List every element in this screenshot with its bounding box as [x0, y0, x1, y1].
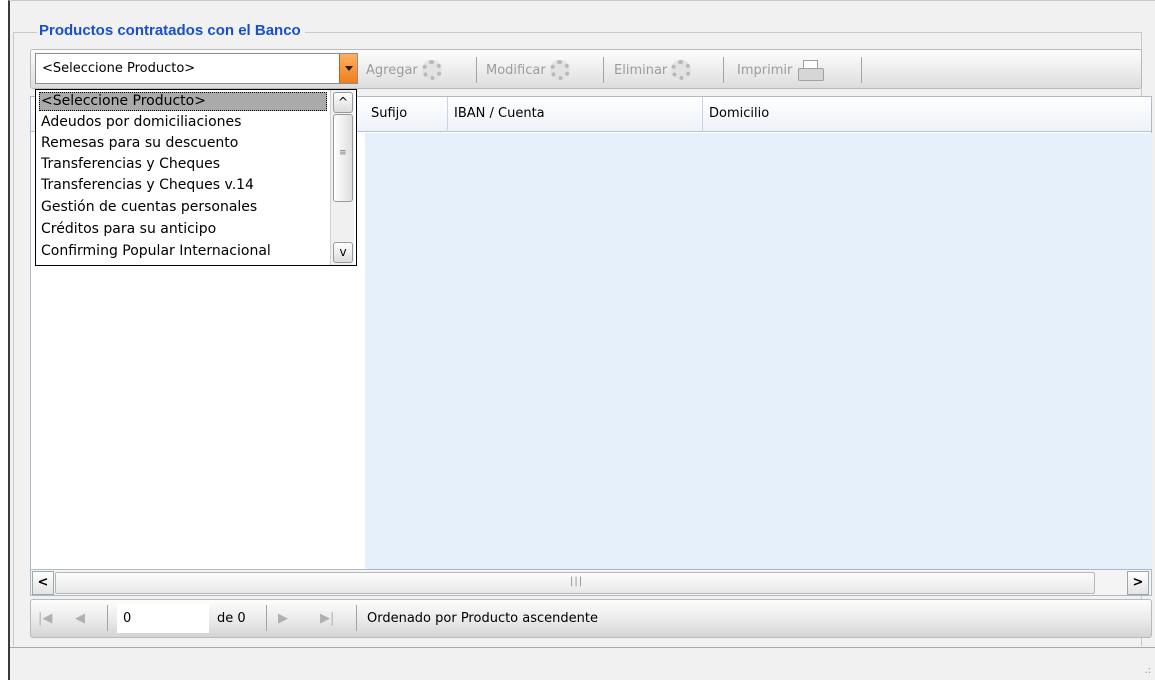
delete-button[interactable]: Eliminar [614, 59, 692, 81]
sort-status-label: Ordenado por Producto ascendente [367, 611, 598, 626]
grid-body [365, 133, 1153, 569]
product-combo[interactable]: <Seleccione Producto> [35, 53, 358, 84]
dropdown-item[interactable]: Transferencias y Cheques [39, 155, 327, 174]
dropdown-item[interactable]: <Seleccione Producto> [39, 92, 327, 111]
printer-icon [796, 59, 825, 81]
resize-grip-icon[interactable]: .: [1144, 665, 1151, 676]
scroll-thumb[interactable]: ||| [55, 572, 1095, 594]
print-label: Imprimir [737, 62, 793, 78]
add-button[interactable]: Agregar [366, 59, 442, 81]
gear-add-icon [421, 60, 442, 80]
dropdown-item[interactable]: Créditos para su anticipo [39, 220, 327, 239]
dropdown-scrollbar[interactable]: ^ ≡ v [330, 90, 354, 265]
dropdown-scroll-thumb[interactable]: ≡ [333, 114, 353, 202]
group-title: Productos contratados con el Banco [37, 22, 305, 39]
toolbar-separator [723, 57, 724, 83]
navigator-separator [266, 605, 267, 631]
delete-label: Eliminar [614, 62, 668, 78]
record-position-input[interactable]: 0 [117, 604, 209, 633]
navigator-separator [356, 605, 357, 631]
modify-label: Modificar [486, 62, 546, 78]
scroll-left-icon[interactable]: < [32, 571, 54, 595]
add-label: Agregar [366, 62, 418, 78]
modify-button[interactable]: Modificar [486, 59, 570, 81]
prev-page-icon[interactable]: ◀ [75, 611, 85, 626]
dropdown-item[interactable]: Gestión de cuentas personales [39, 198, 327, 217]
dropdown-item[interactable]: Transferencias y Cheques v.14 [39, 176, 327, 195]
horizontal-scrollbar[interactable]: < ||| > [30, 569, 1152, 596]
dropdown-item[interactable]: Remesas para su descuento [39, 134, 327, 153]
toolbar-separator [861, 57, 862, 83]
next-page-icon[interactable]: ▶ [278, 611, 288, 626]
first-page-icon[interactable]: |◀ [38, 611, 52, 626]
last-page-icon[interactable]: ▶| [320, 611, 334, 626]
chevron-up-icon[interactable]: ^ [333, 92, 353, 113]
dropdown-item[interactable]: Confirming Popular Internacional [39, 242, 327, 261]
product-dropdown-list[interactable]: <Seleccione Producto> Adeudos por domici… [35, 89, 357, 266]
record-total-label: de 0 [217, 611, 246, 626]
scroll-right-icon[interactable]: > [1127, 571, 1149, 595]
product-combo-value: <Seleccione Producto> [42, 61, 196, 76]
column-header-domicilio[interactable]: Domicilio [703, 97, 1151, 132]
gear-edit-icon [549, 60, 570, 80]
chevron-down-icon[interactable]: v [333, 242, 353, 263]
toolbar-separator [603, 57, 604, 83]
navigator-separator [107, 605, 108, 631]
toolbar-separator [476, 57, 477, 83]
dropdown-item[interactable]: Adeudos por domiciliaciones [39, 113, 327, 132]
column-header-sufijo[interactable]: Sufijo [365, 97, 448, 132]
print-button[interactable]: Imprimir [737, 59, 825, 81]
chevron-down-icon[interactable] [339, 54, 357, 83]
gear-delete-icon [671, 60, 692, 80]
column-header-iban[interactable]: IBAN / Cuenta [448, 97, 703, 132]
